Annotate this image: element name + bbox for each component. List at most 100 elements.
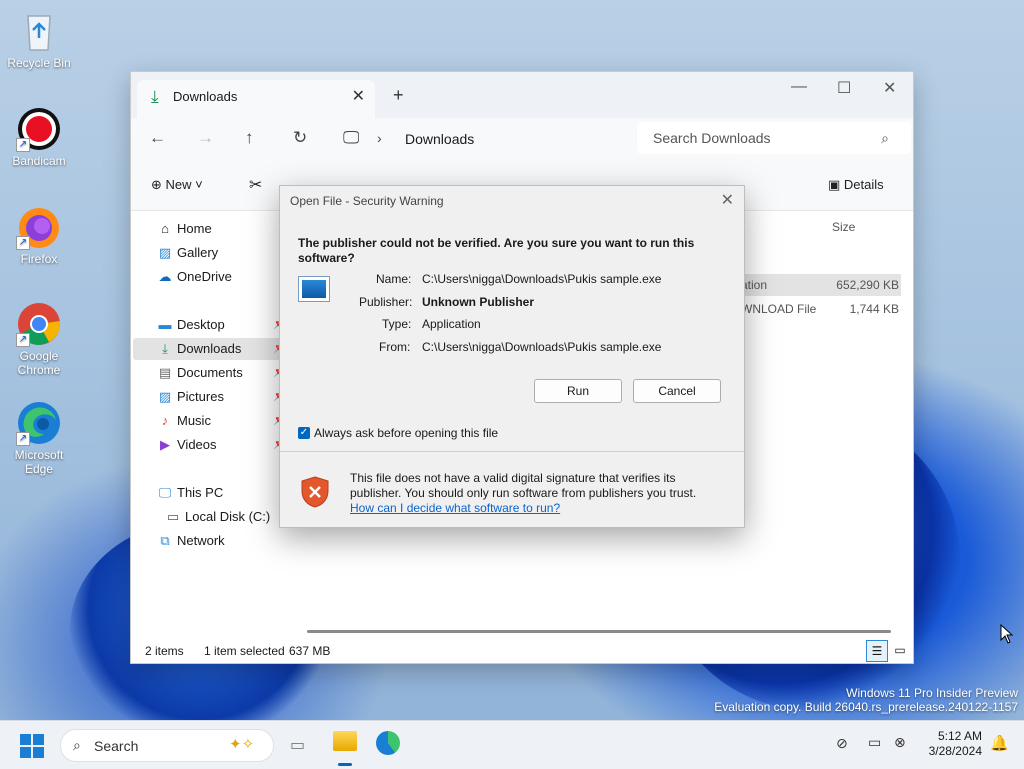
sidebar-item-local-disk[interactable]: ▭ Local Disk (C:) <box>133 506 281 528</box>
dialog-divider <box>280 451 744 452</box>
forward-button[interactable]: → <box>197 128 214 148</box>
watermark-line: Windows 11 Pro Insider Preview <box>846 686 1018 700</box>
sidebar-item-network[interactable]: ⧉ Network <box>133 530 281 552</box>
video-icon: ▶ <box>160 437 170 452</box>
search-input[interactable]: Search Downloads ⌕ <box>637 122 911 154</box>
sidebar-item-documents[interactable]: ▤Documents📌 <box>133 362 287 384</box>
monitor-icon[interactable]: 🖵 <box>343 128 359 148</box>
up-button[interactable]: ↑ <box>245 128 254 148</box>
mouse-cursor-icon <box>1000 623 1014 647</box>
close-window-button[interactable]: ✕ <box>883 78 896 98</box>
picture-icon: ▨ <box>158 389 172 404</box>
sidebar-item-onedrive[interactable]: ☁ OneDrive <box>133 266 281 288</box>
taskbar-search-input[interactable]: ⌕ Search ✦✧ <box>60 729 274 762</box>
sidebar-item-label: Documents <box>177 365 243 380</box>
start-button[interactable] <box>20 734 44 758</box>
footer-text: This file does not have a valid digital … <box>350 471 697 500</box>
sidebar-item-desktop[interactable]: ▬Desktop📌 <box>133 314 287 336</box>
cancel-button[interactable]: Cancel <box>633 379 721 403</box>
music-icon: ♪ <box>161 413 169 428</box>
dialog-question: The publisher could not be verified. Are… <box>298 236 695 265</box>
minimize-button[interactable]: — <box>791 78 807 96</box>
clock-date: 3/28/2024 <box>928 744 982 758</box>
desktop-icon-firefox[interactable]: ↗ Firefox <box>2 204 76 266</box>
sidebar-item-music[interactable]: ♪Music📌 <box>133 410 287 432</box>
desktop-icon-recycle-bin[interactable]: Recycle Bin <box>2 8 76 70</box>
sidebar-item-label: OneDrive <box>177 269 232 284</box>
display-icon[interactable]: ▭ <box>868 734 881 751</box>
name-label: Name: <box>376 272 412 286</box>
new-label: New <box>165 177 192 192</box>
file-row[interactable]: ation 652,290 KB <box>741 274 901 296</box>
breadcrumb[interactable]: Downloads <box>405 131 474 147</box>
file-explorer-taskbar-icon[interactable] <box>333 731 357 751</box>
new-button[interactable]: ⊕ New ˅ <box>151 177 203 193</box>
details-view-icon[interactable]: ☰ <box>866 640 888 662</box>
recycle-bin-icon <box>16 8 62 54</box>
dialog-close-button[interactable]: ✕ <box>721 190 734 210</box>
publisher-value: Unknown Publisher <box>422 295 535 309</box>
clock[interactable]: 5:12 AM 3/28/2024 <box>922 729 982 759</box>
name-value: C:\Users\nigga\Downloads\Pukis sample.ex… <box>422 272 662 286</box>
status-item-count: 2 items <box>145 644 184 658</box>
sidebar-item-videos[interactable]: ▶Videos📌 <box>133 434 287 456</box>
network-off-icon[interactable]: ⊘ <box>836 735 848 752</box>
file-size: 652,290 KB <box>836 278 899 292</box>
tab-downloads[interactable]: ⤓ Downloads ✕ <box>137 80 375 118</box>
sidebar-item-label: Desktop <box>177 317 225 332</box>
sidebar-item-label: Pictures <box>177 389 224 404</box>
desktop-icon-label: Microsoft Edge <box>14 448 64 476</box>
refresh-button[interactable]: ↻ <box>293 128 307 148</box>
taskbar-search-placeholder: Search <box>94 738 139 754</box>
always-ask-label[interactable]: Always ask before opening this file <box>314 426 498 440</box>
horizontal-scrollbar[interactable] <box>307 630 891 633</box>
evaluation-watermark: Windows 11 Pro Insider Preview Evaluatio… <box>714 686 1018 714</box>
desktop-icon-bandicam[interactable]: ↗ Bandicam <box>2 106 76 168</box>
sidebar-item-label: Home <box>177 221 212 236</box>
close-tab-icon[interactable]: ✕ <box>352 86 365 106</box>
drive-icon: ▭ <box>166 509 180 524</box>
tiles-view-icon[interactable]: ▭ <box>891 641 909 659</box>
always-ask-checkbox[interactable]: ✓ <box>298 427 310 439</box>
edge-taskbar-icon[interactable] <box>376 731 400 755</box>
task-view-icon[interactable]: ▭ <box>290 735 305 755</box>
search-icon: ⌕ <box>881 130 889 146</box>
clock-time: 5:12 AM <box>937 729 982 743</box>
maximize-button[interactable]: ☐ <box>837 78 851 98</box>
run-button[interactable]: Run <box>534 379 622 403</box>
cut-icon[interactable]: ✂ <box>249 175 262 195</box>
security-warning-dialog: Open File - Security Warning ✕ The publi… <box>279 185 745 528</box>
dialog-footer: This file does not have a valid digital … <box>350 471 730 516</box>
dialog-title: Open File - Security Warning <box>290 194 444 208</box>
network-icon: ⧉ <box>160 533 170 548</box>
file-row[interactable]: WNLOAD File 1,744 KB <box>741 298 901 320</box>
sidebar-item-gallery[interactable]: ▨ Gallery <box>133 242 281 264</box>
back-button[interactable]: ← <box>149 128 166 148</box>
status-bar: 2 items 1 item selected 637 MB ☰ ▭ <box>131 639 913 663</box>
desktop-icon-edge[interactable]: ↗ Microsoft Edge <box>2 400 76 476</box>
edge-icon: ↗ <box>16 400 62 446</box>
speaker-muted-icon[interactable]: ⊗ <box>894 734 906 751</box>
sidebar-item-downloads[interactable]: ⤓Downloads📌 <box>133 338 287 360</box>
column-header-size[interactable]: Size <box>832 220 855 234</box>
sidebar-item-this-pc[interactable]: 🖵 This PC <box>133 482 281 504</box>
desktop-icon-label: Firefox <box>20 252 58 266</box>
shortcut-arrow-icon: ↗ <box>16 138 30 152</box>
sidebar-item-home[interactable]: ⌂ Home <box>133 218 281 240</box>
publisher-label: Publisher: <box>359 295 413 309</box>
from-label: From: <box>379 340 411 354</box>
tab-title: Downloads <box>173 89 238 104</box>
chrome-icon: ↗ <box>16 301 62 347</box>
details-button[interactable]: ▣ Details <box>828 177 884 193</box>
shortcut-arrow-icon: ↗ <box>16 333 30 347</box>
from-value: C:\Users\nigga\Downloads\Pukis sample.ex… <box>422 340 662 354</box>
notification-bell-icon[interactable]: 🔔 <box>990 734 1009 752</box>
chevron-right-icon: › <box>377 130 382 146</box>
watermark-line: Evaluation copy. Build 26040.rs_prerelea… <box>714 700 1018 714</box>
sidebar-item-label: Videos <box>177 437 217 452</box>
help-link[interactable]: How can I decide what software to run? <box>350 501 560 515</box>
desktop-icon-chrome[interactable]: ↗ Google Chrome <box>2 301 76 377</box>
sidebar-item-pictures[interactable]: ▨Pictures📌 <box>133 386 287 408</box>
sidebar-item-label: This PC <box>177 485 224 500</box>
new-tab-button[interactable]: + <box>393 85 404 106</box>
